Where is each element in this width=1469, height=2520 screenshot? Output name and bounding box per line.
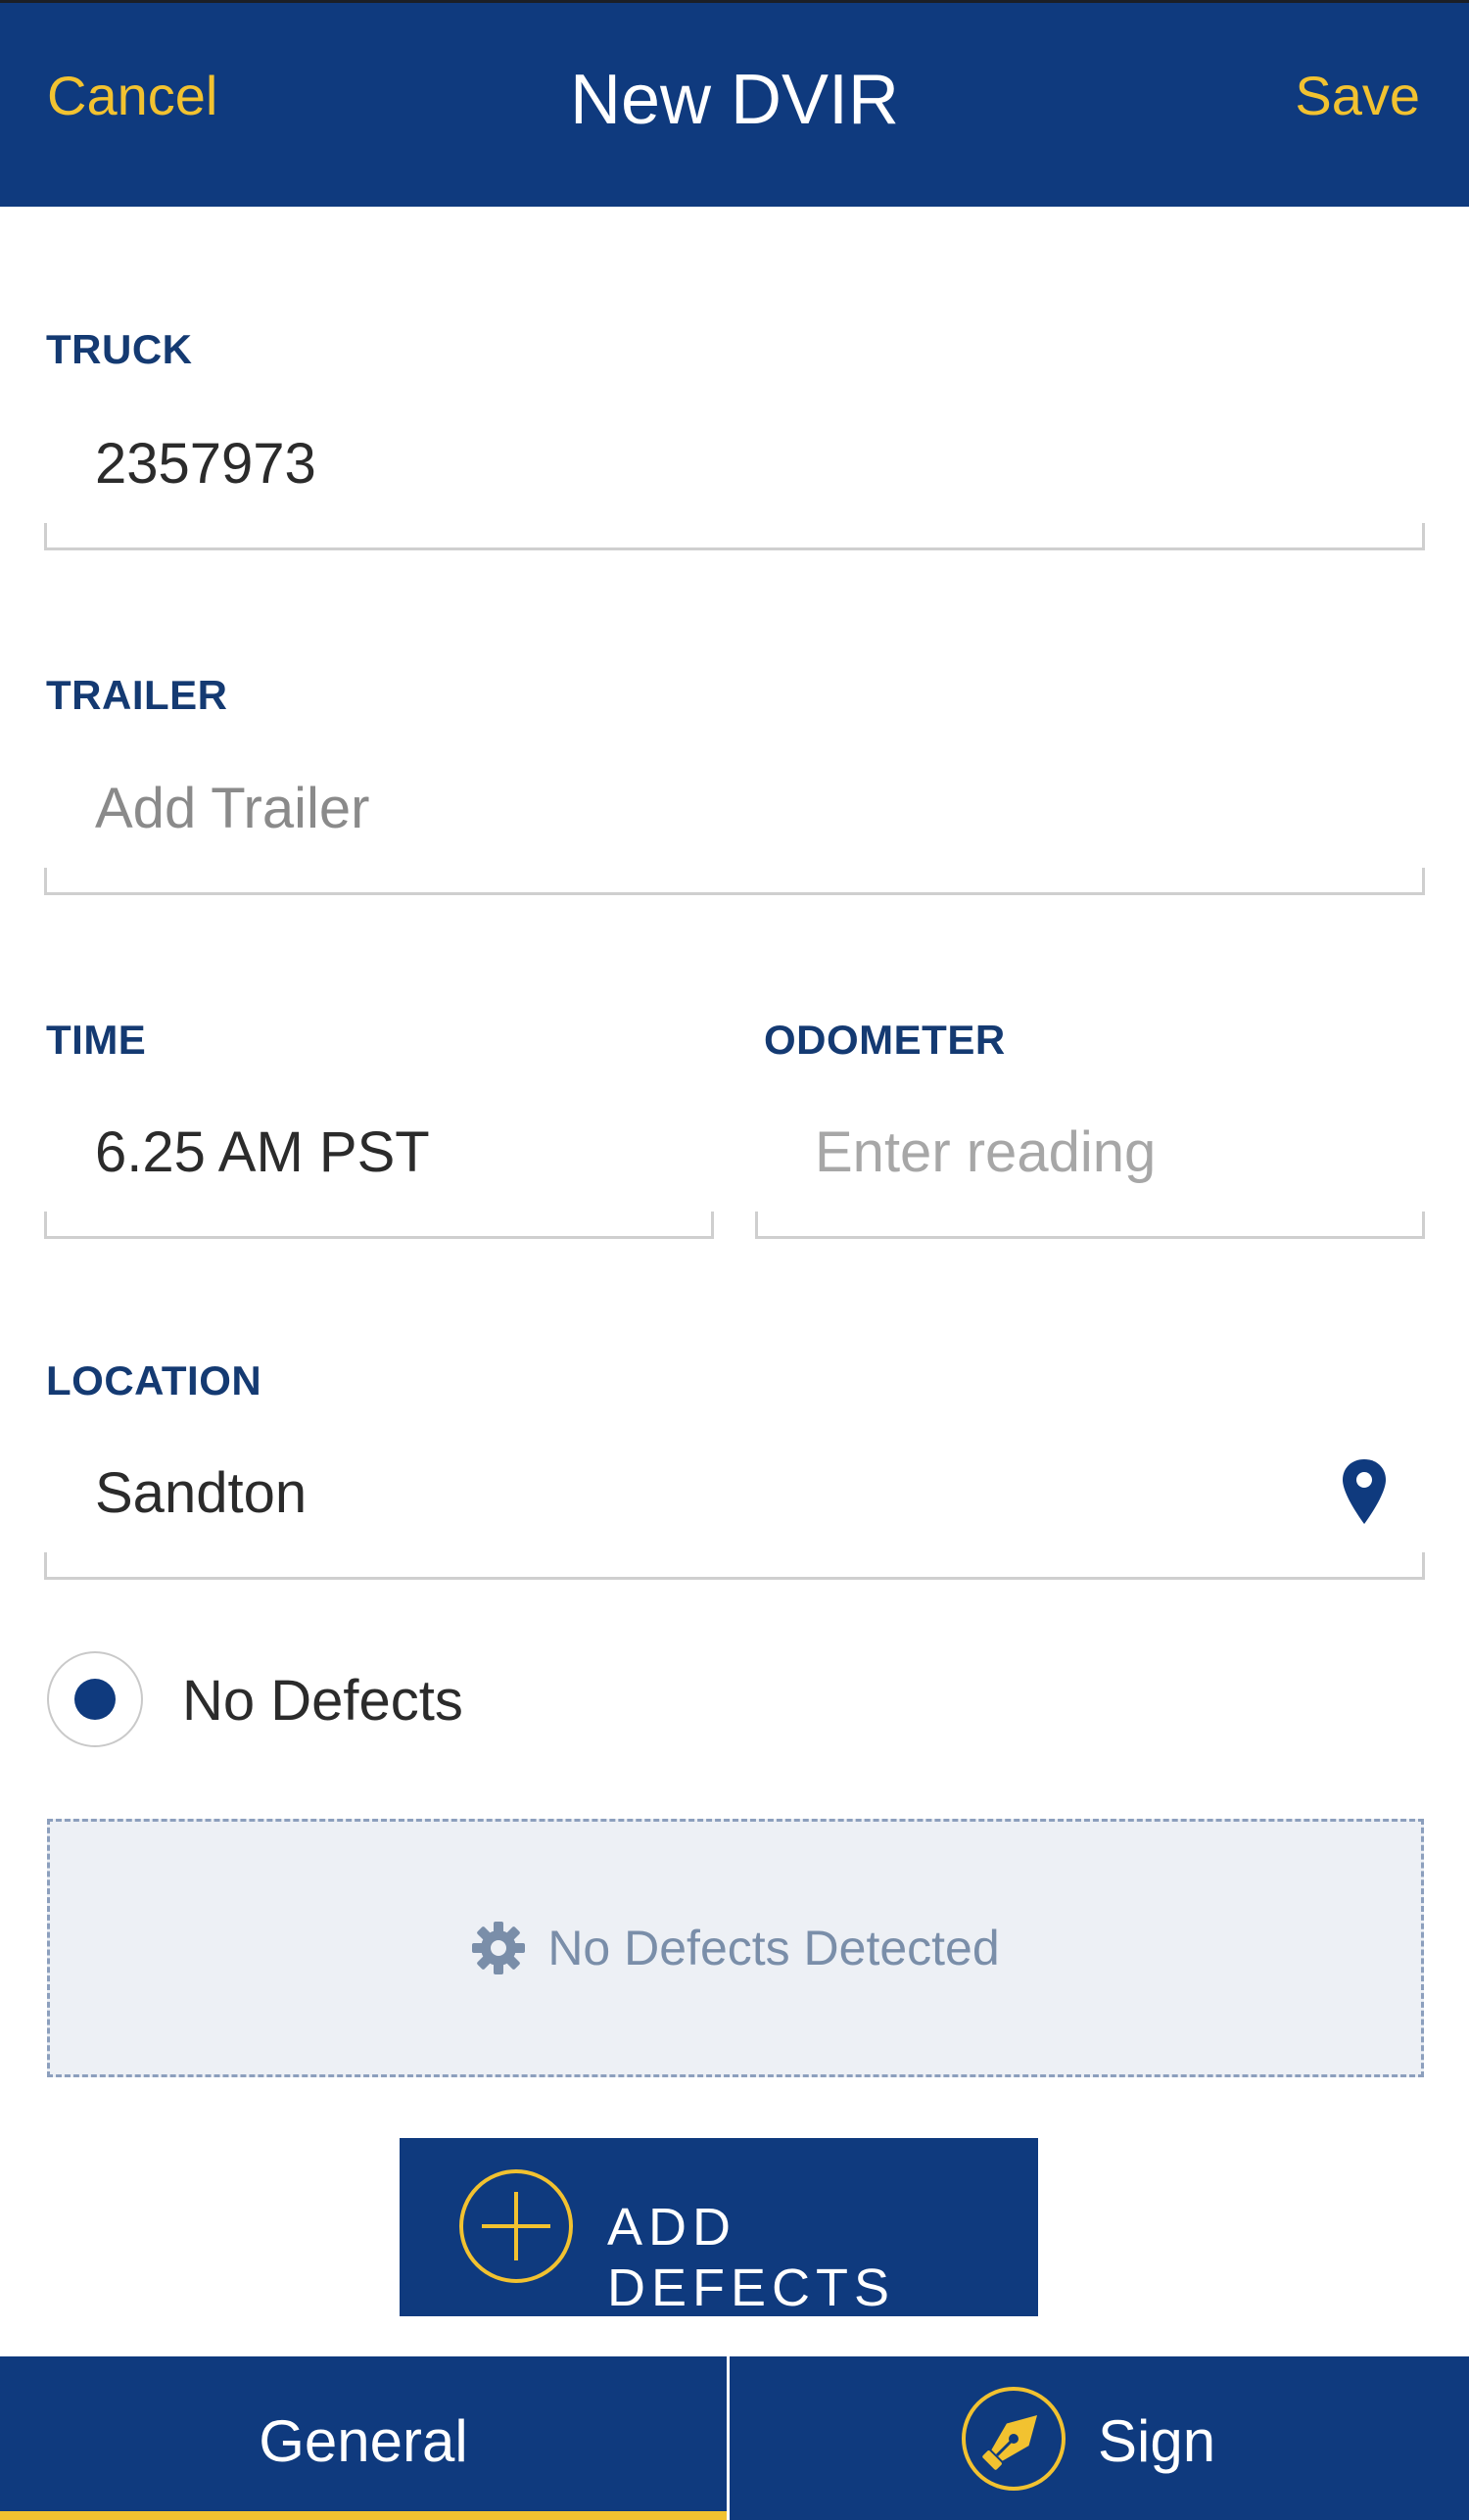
tab-general[interactable]: General [0,2356,727,2520]
no-defects-label: No Defects [182,1669,463,1733]
truck-label: TRUCK [46,326,193,372]
location-pin-icon[interactable] [1340,1457,1389,1526]
radio-selected-dot [74,1679,116,1720]
time-label: TIME [46,1017,147,1063]
dvir-screen: Cancel New DVIR Save TRUCK 2357973 TRAIL… [0,0,1469,2520]
add-defects-label: ADD DEFECTS [607,2198,896,2317]
tab-sign-label: Sign [1098,2408,1216,2474]
gear-icon [472,1922,526,1974]
trailer-label: TRAILER [46,672,228,718]
pen-nib-icon [962,2387,1066,2491]
page-title: New DVIR [569,61,900,139]
trailer-placeholder: Add Trailer [95,777,370,840]
time-value: 6.25 AM PST [95,1120,430,1184]
defects-status-box: No Defects Detected [47,1819,1424,2077]
location-label: LOCATION [46,1357,262,1403]
odometer-label: ODOMETER [764,1017,1006,1063]
bottom-tab-bar: General Sign [0,2356,1469,2520]
truck-value: 2357973 [95,432,316,496]
location-value: Sandton [95,1461,308,1525]
tab-general-label: General [259,2408,468,2474]
top-app-bar: Cancel New DVIR Save [0,0,1469,207]
odometer-placeholder: Enter reading [815,1120,1157,1184]
save-button[interactable]: Save [1295,64,1420,127]
plus-circle-icon [459,2169,573,2283]
no-defects-detected-text: No Defects Detected [547,1921,1000,1975]
no-defects-radio[interactable] [47,1651,143,1747]
add-defects-button[interactable]: ADD DEFECTS [400,2138,1038,2317]
tab-sign[interactable]: Sign [730,2356,1469,2520]
active-tab-indicator [0,2511,727,2520]
